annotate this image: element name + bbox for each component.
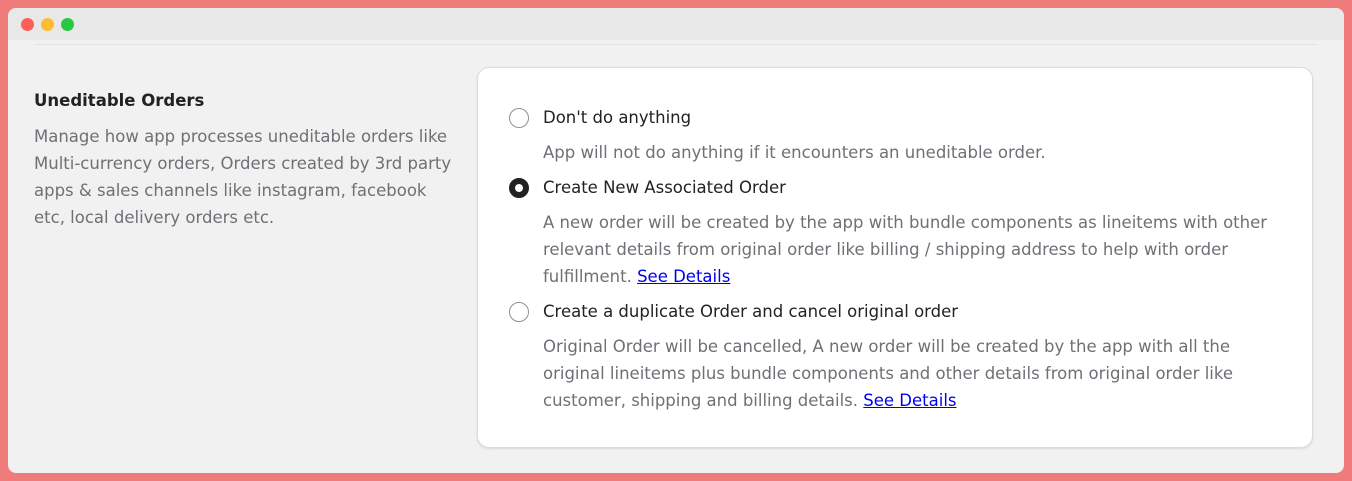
see-details-link[interactable]: See Details [863, 391, 956, 410]
option-label[interactable]: Don't do anything [543, 106, 691, 130]
minimize-window-button[interactable] [41, 18, 54, 31]
window-titlebar [8, 8, 1344, 40]
radio-create-new-associated-order[interactable] [509, 178, 529, 198]
option-help-text: A new order will be created by the app w… [543, 213, 1268, 286]
app-window: Uneditable Orders Manage how app process… [8, 8, 1344, 473]
maximize-window-button[interactable] [61, 18, 74, 31]
see-details-link[interactable]: See Details [637, 267, 730, 286]
section-header: Uneditable Orders Manage how app process… [34, 90, 454, 231]
radio-dont-do-anything[interactable] [509, 108, 529, 128]
section-title: Uneditable Orders [34, 91, 205, 110]
close-window-button[interactable] [21, 18, 34, 31]
options-card: Don't do anything App will not do anythi… [477, 67, 1313, 448]
radio-create-duplicate-order[interactable] [509, 302, 529, 322]
divider [34, 44, 1318, 45]
option-help-text: App will not do anything if it encounter… [543, 143, 1046, 162]
option-help-text: Original Order will be cancelled, A new … [543, 337, 1233, 410]
section-description: Manage how app processes uneditable orde… [34, 127, 452, 227]
option-label[interactable]: Create New Associated Order [543, 176, 786, 200]
option-label[interactable]: Create a duplicate Order and cancel orig… [543, 300, 958, 324]
